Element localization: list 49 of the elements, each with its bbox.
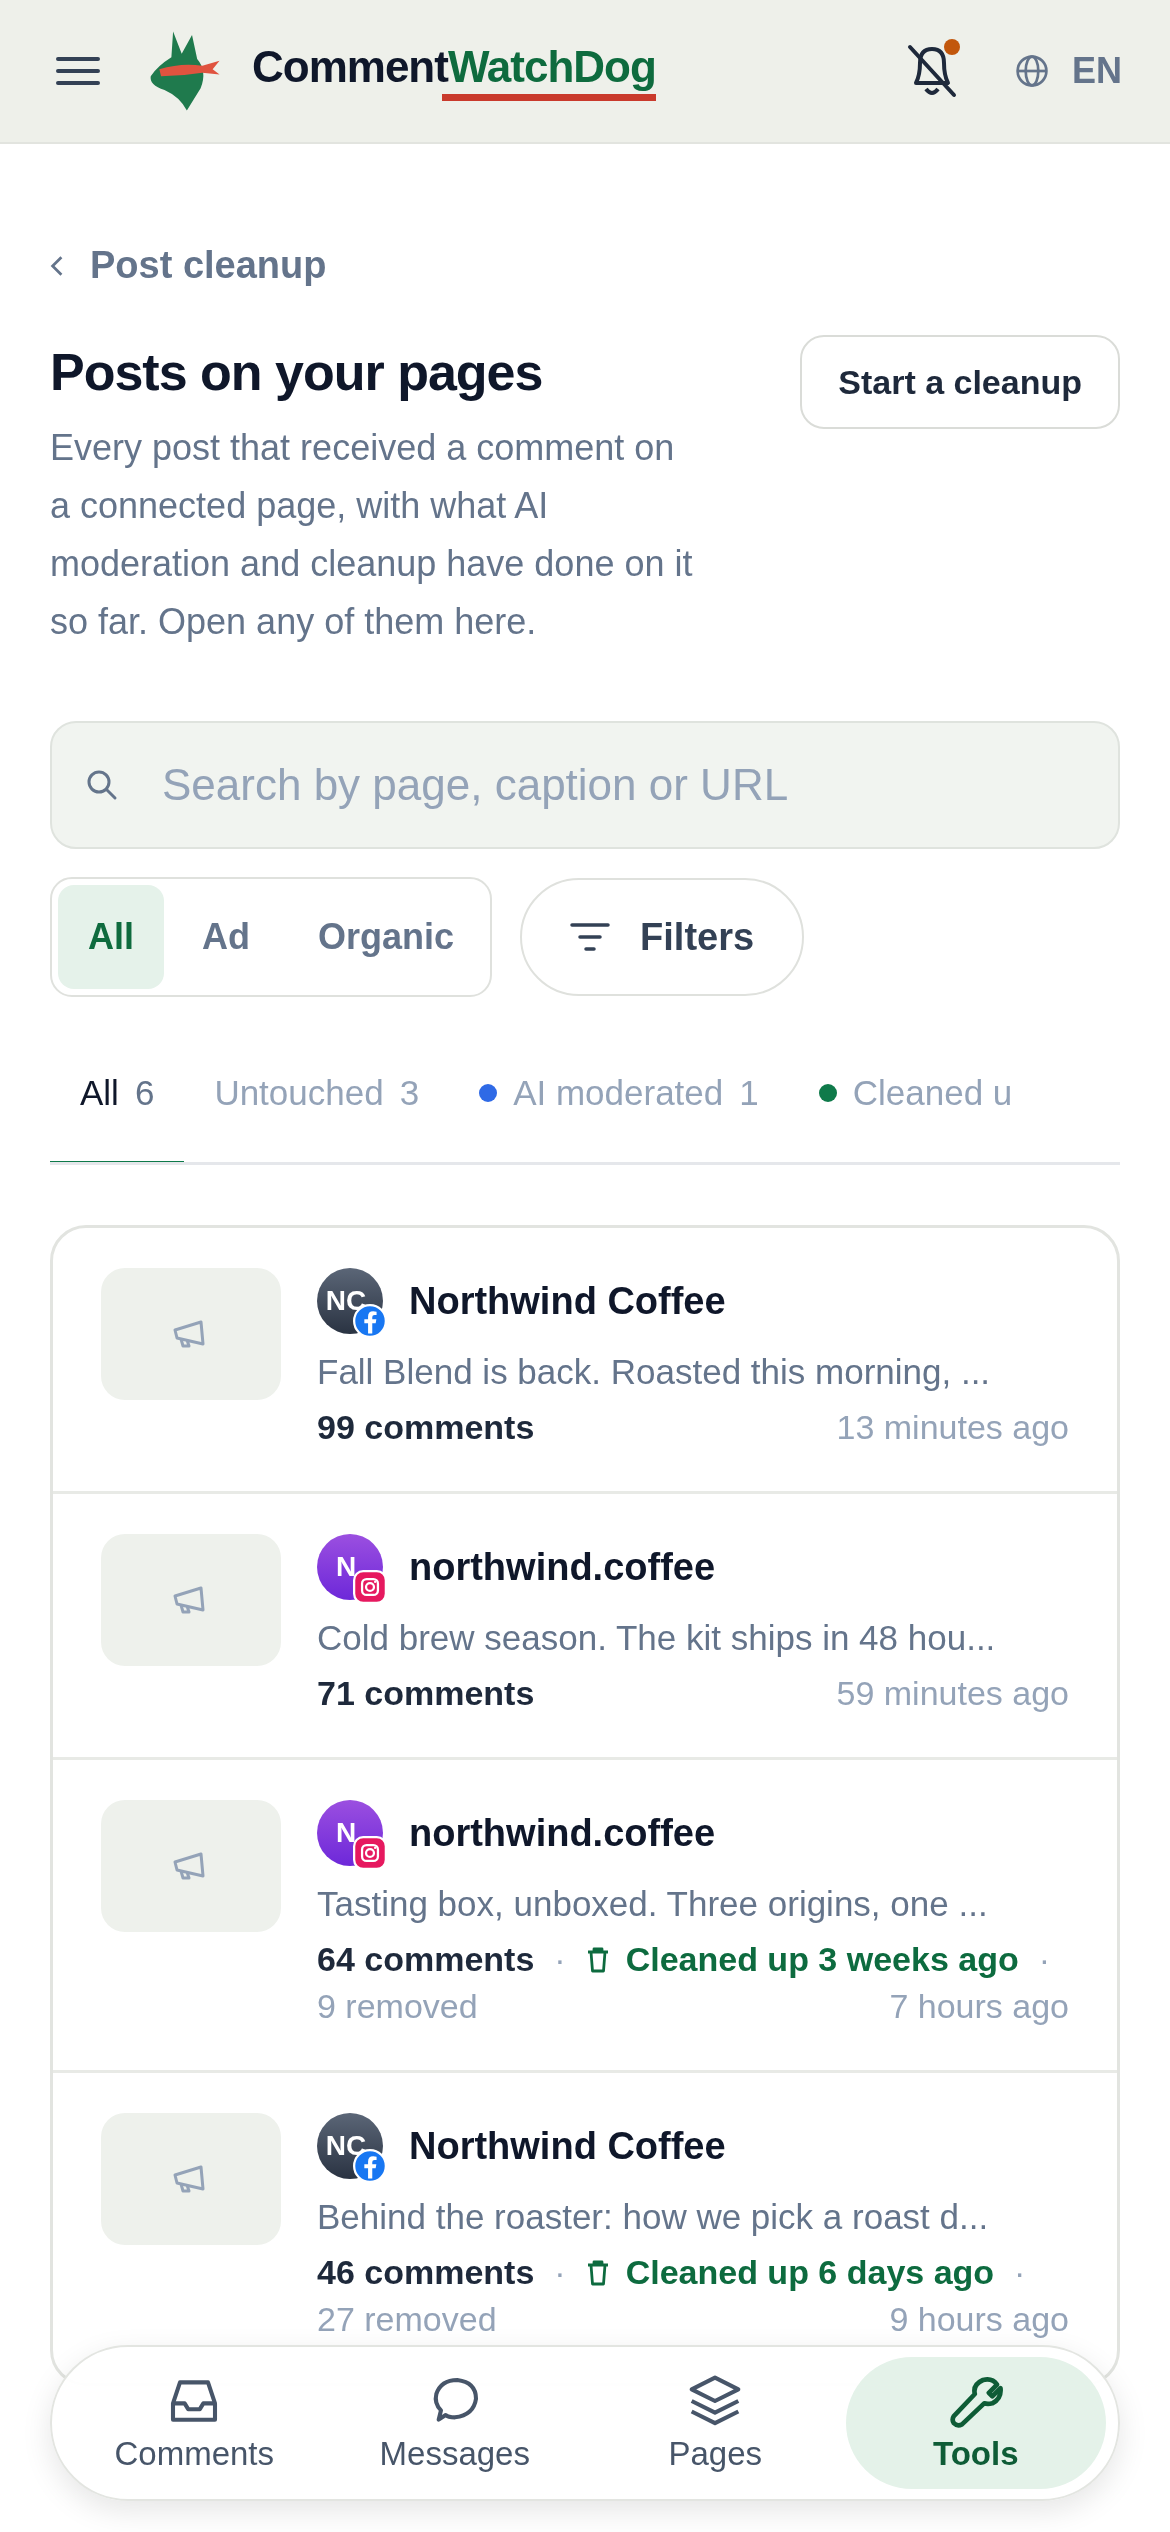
page-name: Northwind Coffee (409, 2124, 726, 2168)
page-name: northwind.coffee (409, 1811, 716, 1855)
chevron-left-icon (50, 254, 64, 277)
removed-count: 9 removed (317, 1987, 478, 2027)
post-row[interactable]: N northwind.coffee Cold brew season. The kit ships in 48 hou... 71 comments 59 minutes ago (53, 1494, 1117, 1761)
brand-name: CommentWatchDog (252, 41, 656, 101)
filter-icon (570, 921, 611, 954)
comment-count: 46 comments (317, 2253, 535, 2293)
comment-count: 64 comments (317, 1940, 535, 1980)
trash-icon (585, 1945, 610, 1974)
removed-count: 27 removed (317, 2300, 497, 2340)
comment-count: 71 comments (317, 1674, 535, 1714)
segment-tab[interactable]: Organic (288, 885, 485, 990)
post-caption: Cold brew season. The kit ships in 48 hou... (317, 1618, 997, 1659)
page-description: Every post that received a comment on a connected page, with what AI moderation and cleanup have done on it so far. Open any of them here. (50, 426, 694, 645)
post-time: 13 minutes ago (836, 1408, 1069, 1448)
menu-icon[interactable] (56, 55, 100, 87)
search-field[interactable]: Search by page, caption or URL (50, 721, 1120, 850)
search-icon (86, 769, 118, 802)
post-caption: Fall Blend is back. Roasted this morning, ... (317, 1352, 992, 1393)
post-row[interactable]: N northwind.coffee Tasting box, unboxed. Three origins, one ... 64 comments · Cleaned up 3 weeks ago · 9 removed 7 hours ago (53, 1760, 1117, 2074)
filters-button[interactable]: Filters (520, 878, 805, 997)
instagram-icon (353, 1836, 387, 1871)
cleanup-status: Cleaned up 3 weeks ago (625, 1940, 1019, 1980)
language-selector[interactable]: EN (1072, 50, 1122, 92)
post-time: 7 hours ago (889, 1987, 1069, 2027)
post-time: 9 hours ago (889, 2300, 1069, 2340)
post-row[interactable]: NC Northwind Coffee Fall Blend is back. Roasted this morning, ... 99 comments 13 minutes ago (53, 1228, 1117, 1495)
separator-dot: · (1038, 1940, 1050, 1980)
separator-dot: · (554, 1940, 566, 1980)
post-time: 59 minutes ago (836, 1674, 1069, 1714)
trash-icon (585, 2258, 610, 2287)
back-link[interactable]: Post cleanup (50, 244, 327, 287)
separator-dot: · (554, 2253, 566, 2293)
page-title: Posts on your pages (50, 342, 544, 403)
separator-dot: · (1014, 2253, 1026, 2293)
comment-count: 99 comments (317, 1408, 535, 1448)
post-caption: Behind the roaster: how we pick a roast d... (317, 2197, 990, 2238)
status-tab[interactable]: All 6 (50, 1025, 185, 1163)
start-cleanup-button[interactable]: Start a cleanup (800, 335, 1120, 429)
page-name: Northwind Coffee (409, 1279, 726, 1323)
nav-tab[interactable]: Tools (845, 2357, 1106, 2489)
cleanup-status: Cleaned up 6 days ago (625, 2253, 995, 2293)
segment-tab[interactable]: All (58, 885, 164, 990)
post-caption: Tasting box, unboxed. Three origins, one ... (317, 1884, 989, 1925)
instagram-icon (353, 1570, 387, 1605)
segment-tab[interactable]: Ad (172, 885, 280, 990)
globe-icon[interactable] (1014, 53, 1050, 89)
page-name: northwind.coffee (409, 1545, 716, 1589)
